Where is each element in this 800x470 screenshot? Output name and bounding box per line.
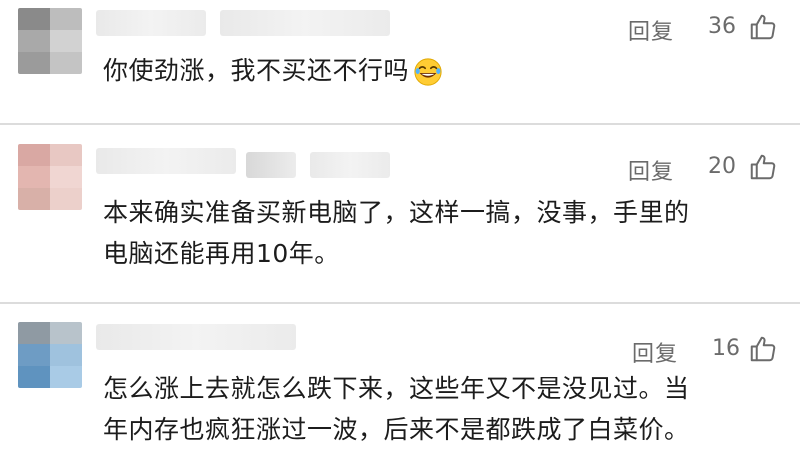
- comment-text: 怎么涨上去就怎么跌下来，这些年又不是没见过。当 年内存也疯狂涨过一波，后来不是都…: [103, 368, 776, 450]
- like-count: 16: [712, 336, 740, 361]
- reply-button[interactable]: 回复: [628, 154, 674, 186]
- comment-2: 回复 20 本来确实准备买新电脑了，这样一搞，没事，手里的 电脑还能再用10年。: [0, 138, 800, 288]
- avatar[interactable]: [18, 322, 82, 388]
- divider: [0, 123, 800, 125]
- reply-button[interactable]: 回复: [632, 336, 678, 368]
- avatar[interactable]: [18, 8, 82, 74]
- thumbs-up-icon[interactable]: [748, 334, 778, 364]
- comment-1: 回复 36 你使劲涨，我不买还不行吗: [0, 0, 800, 120]
- username-blurred-tertiary: [310, 152, 390, 178]
- like-count: 36: [708, 14, 736, 39]
- comment-text-line-1: 怎么涨上去就怎么跌下来，这些年又不是没见过。当: [103, 374, 690, 403]
- comment-text: 本来确实准备买新电脑了，这样一搞，没事，手里的 电脑还能再用10年。: [103, 192, 776, 274]
- comment-text-line-1: 本来确实准备买新电脑了，这样一搞，没事，手里的: [103, 198, 690, 227]
- comment-text-content: 你使劲涨，我不买还不行吗: [103, 56, 410, 85]
- thumbs-up-icon[interactable]: [748, 12, 778, 42]
- comment-text-line-2: 电脑还能再用10年。: [103, 239, 340, 268]
- like-count: 20: [708, 154, 736, 179]
- comment-3: 回复 16 怎么涨上去就怎么跌下来，这些年又不是没见过。当 年内存也疯狂涨过一波…: [0, 318, 800, 470]
- divider: [0, 302, 800, 304]
- laughing-tears-emoji-icon: [414, 58, 442, 86]
- username-blurred-secondary: [246, 152, 296, 178]
- comment-text-line-2: 年内存也疯狂涨过一波，后来不是都跌成了白菜价。: [103, 415, 690, 444]
- username-blurred[interactable]: [96, 148, 236, 174]
- comment-text: 你使劲涨，我不买还不行吗: [103, 50, 776, 91]
- username-blurred-secondary: [220, 10, 390, 36]
- reply-button[interactable]: 回复: [628, 14, 674, 46]
- avatar[interactable]: [18, 144, 82, 210]
- username-blurred[interactable]: [96, 324, 296, 350]
- thumbs-up-icon[interactable]: [748, 152, 778, 182]
- username-blurred[interactable]: [96, 10, 206, 36]
